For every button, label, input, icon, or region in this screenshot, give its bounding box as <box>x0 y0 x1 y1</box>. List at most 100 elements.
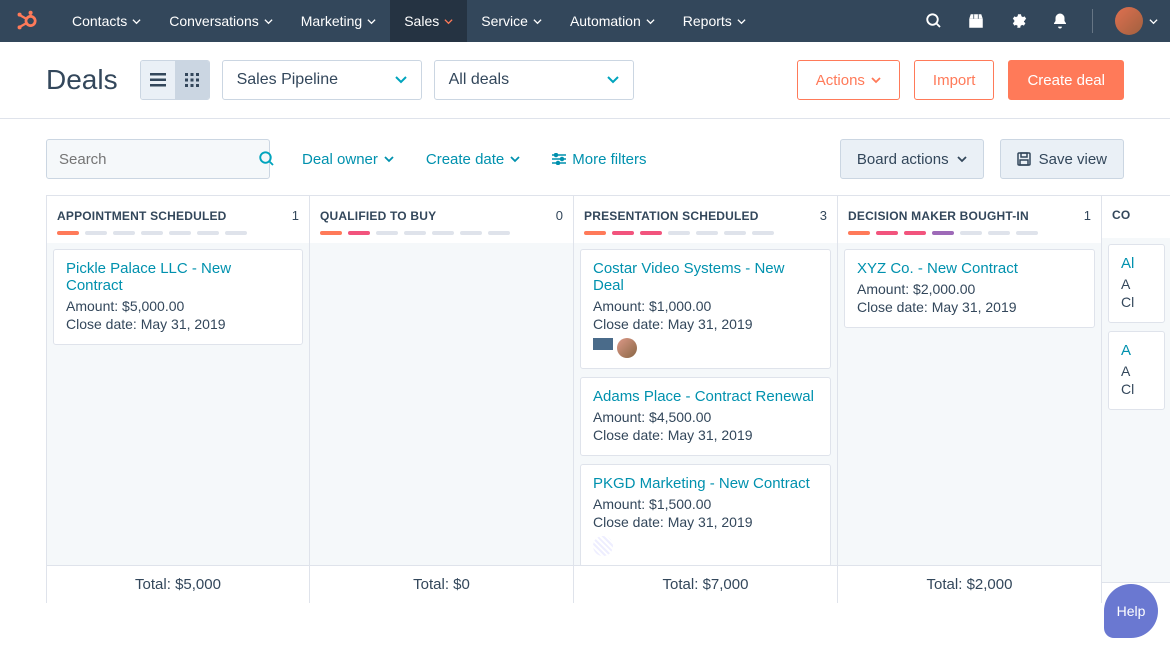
progress-dash <box>404 231 426 235</box>
caret-down-icon <box>384 156 394 163</box>
deal-card-amount: A <box>1121 276 1152 292</box>
settings-icon[interactable] <box>1008 11 1028 31</box>
progress-dash <box>904 231 926 235</box>
progress-dash <box>724 231 746 235</box>
deal-card-amount: Amount: $5,000.00 <box>66 298 290 314</box>
nav-item-conversations[interactable]: Conversations <box>155 0 287 42</box>
deal-card-title[interactable]: Al <box>1121 255 1152 272</box>
chevron-down-icon <box>132 17 141 26</box>
deal-card[interactable]: Adams Place - Contract Renewal Amount: $4… <box>580 377 831 456</box>
deal-card[interactable]: XYZ Co. - New ContractAmount: $2,000.00C… <box>844 249 1095 328</box>
deal-card[interactable]: PKGD Marketing - New ContractAmount: $1,… <box>580 464 831 565</box>
marketplace-icon[interactable] <box>966 11 986 31</box>
save-view-label: Save view <box>1039 151 1107 168</box>
deal-card-title[interactable]: PKGD Marketing - New Contract <box>593 475 818 492</box>
progress-dash <box>752 231 774 235</box>
actions-button[interactable]: Actions <box>797 60 900 100</box>
deal-card-title[interactable]: Adams Place - Contract Renewal <box>593 388 818 405</box>
column-body[interactable]: XYZ Co. - New ContractAmount: $2,000.00C… <box>838 243 1101 565</box>
progress-dash <box>876 231 898 235</box>
progress-dash <box>668 231 690 235</box>
chevron-down-icon <box>444 17 453 26</box>
nav-item-label: Service <box>481 13 528 29</box>
stage-progress <box>320 231 563 235</box>
deal-card[interactable]: Costar Video Systems - New DealAmount: $… <box>580 249 831 369</box>
deal-card-amount: Amount: $4,500.00 <box>593 409 818 425</box>
hubspot-logo[interactable] <box>12 7 40 35</box>
progress-dash <box>432 231 454 235</box>
nav-item-marketing[interactable]: Marketing <box>287 0 390 42</box>
save-view-button[interactable]: Save view <box>1000 139 1124 179</box>
deal-filter-select[interactable]: All deals <box>434 60 634 100</box>
nav-item-automation[interactable]: Automation <box>556 0 669 42</box>
search-input[interactable] <box>59 151 258 168</box>
list-view-button[interactable] <box>141 61 175 99</box>
column-body[interactable] <box>310 243 573 565</box>
notifications-icon[interactable] <box>1050 11 1070 31</box>
pipeline-select-value: Sales Pipeline <box>237 71 338 89</box>
board-column: COAlAClAACl <box>1102 196 1170 603</box>
import-button[interactable]: Import <box>914 60 995 100</box>
column-header: DECISION MAKER BOUGHT-IN 1 <box>838 196 1101 243</box>
nav-items: Contacts Conversations Marketing Sales Servi… <box>58 0 760 42</box>
column-count: 3 <box>820 208 827 223</box>
account-menu[interactable] <box>1115 7 1158 35</box>
create-deal-label: Create deal <box>1027 72 1105 89</box>
deal-card-closedate: Cl <box>1121 294 1152 310</box>
chevron-down-icon <box>646 17 655 26</box>
deal-owner-filter[interactable]: Deal owner <box>302 151 394 168</box>
column-header: CO <box>1102 196 1170 238</box>
more-filters[interactable]: More filters <box>552 151 646 168</box>
deal-card[interactable]: Pickle Palace LLC - New Contract Amount: … <box>53 249 303 345</box>
progress-dash <box>960 231 982 235</box>
column-title: DECISION MAKER BOUGHT-IN <box>848 209 1029 223</box>
progress-dash <box>696 231 718 235</box>
progress-dash <box>640 231 662 235</box>
nav-item-label: Conversations <box>169 13 259 29</box>
deal-card-title[interactable]: Costar Video Systems - New Deal <box>593 260 818 294</box>
deal-card-title[interactable]: XYZ Co. - New Contract <box>857 260 1082 277</box>
progress-dash <box>1016 231 1038 235</box>
nav-item-contacts[interactable]: Contacts <box>58 0 155 42</box>
column-title: QUALIFIED TO BUY <box>320 209 436 223</box>
column-body[interactable]: Costar Video Systems - New Deal Amount: $… <box>574 243 837 565</box>
column-body[interactable]: AlAClAACl <box>1102 238 1170 582</box>
deal-card-closedate: Close date: May 31, 2019 <box>857 299 1082 315</box>
board-view-button[interactable] <box>175 61 209 99</box>
deal-card[interactable]: Al A Cl <box>1108 244 1165 323</box>
stage-progress <box>848 231 1091 235</box>
nav-item-reports[interactable]: Reports <box>669 0 760 42</box>
search-box[interactable] <box>46 139 270 179</box>
create-deal-button[interactable]: Create deal <box>1008 60 1124 100</box>
deal-card-title[interactable]: A <box>1121 342 1152 359</box>
deal-card-title[interactable]: Pickle Palace LLC - New Contract <box>66 260 290 294</box>
column-count: 1 <box>1084 208 1091 223</box>
actions-label: Actions <box>816 72 865 89</box>
pipeline-select[interactable]: Sales Pipeline <box>222 60 422 100</box>
board-actions-button[interactable]: Board actions <box>840 139 984 179</box>
deal-card-closedate: Close date: May 31, 2019 <box>593 316 818 332</box>
save-icon <box>1017 152 1031 166</box>
progress-dash <box>584 231 606 235</box>
column-body[interactable]: Pickle Palace LLC - New Contract Amount: … <box>47 243 309 565</box>
deal-card-closedate: Cl <box>1121 381 1152 397</box>
column-total: Total: $2,000 <box>838 565 1101 603</box>
progress-dash <box>320 231 342 235</box>
deal-card-closedate: Close date: May 31, 2019 <box>593 427 818 443</box>
board-actions-label: Board actions <box>857 151 949 168</box>
deal-card[interactable]: AACl <box>1108 331 1165 410</box>
nav-item-sales[interactable]: Sales <box>390 0 467 42</box>
progress-dash <box>197 231 219 235</box>
help-button[interactable]: Help <box>1104 584 1158 638</box>
create-date-filter[interactable]: Create date <box>426 151 520 168</box>
nav-item-service[interactable]: Service <box>467 0 556 42</box>
more-filters-label: More filters <box>572 151 646 168</box>
filter-row: Deal owner Create date More filters Boar… <box>0 119 1170 195</box>
search-icon[interactable] <box>924 11 944 31</box>
nav-item-label: Sales <box>404 13 439 29</box>
deal-card-closedate: Close date: May 31, 2019 <box>593 514 818 530</box>
placeholder-avatar <box>593 536 613 556</box>
progress-dash <box>348 231 370 235</box>
column-count: 1 <box>292 208 299 223</box>
progress-dash <box>85 231 107 235</box>
